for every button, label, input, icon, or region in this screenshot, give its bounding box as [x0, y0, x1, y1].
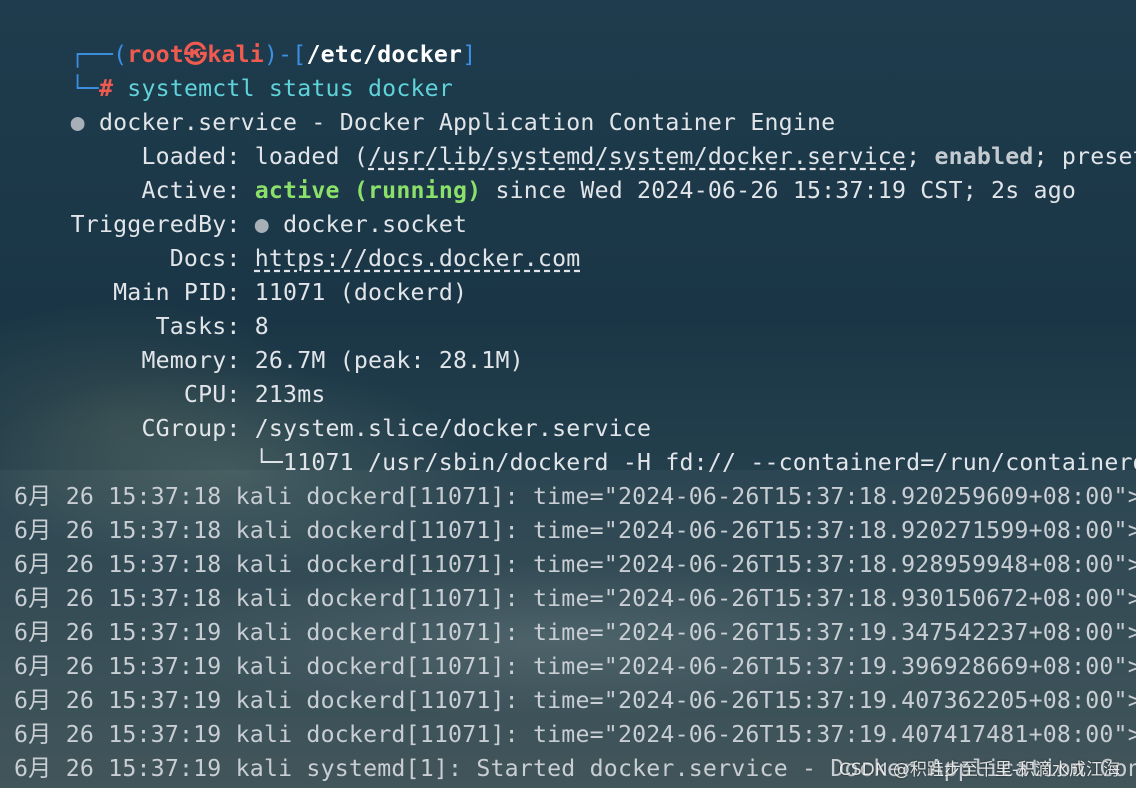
log-line: 6月 26 15:37:18 kali dockerd[11071]: time…: [14, 585, 1136, 612]
log-line: 6月 26 15:37:19 kali dockerd[11071]: time…: [14, 619, 1136, 646]
pid-line: Main PID: 11071 (dockerd): [14, 242, 467, 306]
csdn-watermark: CSDN @积跬步至千里-积滴水成江海: [838, 760, 1120, 780]
log-line: 6月 26 15:37:18 kali dockerd[11071]: time…: [14, 483, 1136, 510]
prompt-line: ┌──(root㉿kali)-[/etc/docker]: [14, 4, 477, 68]
cgroup-line: CGroup: /system.slice/docker.service: [14, 378, 651, 442]
tasks-line: Tasks: 8: [14, 276, 269, 340]
loaded-line: Loaded: loaded (/usr/lib/systemd/system/…: [14, 106, 1136, 170]
prompt-frame-close: ]: [462, 41, 477, 68]
unit-line: ● docker.service - Docker Application Co…: [14, 72, 835, 136]
cpu-line: CPU: 213ms: [14, 344, 326, 408]
docs-line: Docs: https://docs.docker.com: [14, 208, 580, 272]
pid-value: 11071 (dockerd): [254, 279, 468, 306]
active-line: Active: active (running) since Wed 2024-…: [14, 140, 1076, 204]
cgroup-child: └─11071 /usr/sbin/dockerd -H fd:// --con…: [70, 449, 1136, 476]
log-line: 6月 26 15:37:19 kali dockerd[11071]: time…: [14, 721, 1136, 748]
active-rest: since Wed 2024-06-26 15:37:19 CST; 2s ag…: [481, 177, 1077, 204]
command-line[interactable]: └─# systemctl status docker: [14, 38, 453, 102]
terminal-window[interactable]: ┌──(root㉿kali)-[/etc/docker] └─# systemc…: [0, 0, 1136, 788]
cgroup-child-line: └─11071 /usr/sbin/dockerd -H fd:// --con…: [14, 412, 1136, 476]
log-line: 6月 26 15:37:18 kali dockerd[11071]: time…: [14, 517, 1136, 544]
triggered-line: TriggeredBy: ● docker.socket: [14, 174, 467, 238]
log-line: 6月 26 15:37:19 kali dockerd[11071]: time…: [14, 687, 1136, 714]
log-line: 6月 26 15:37:19 kali dockerd[11071]: time…: [14, 653, 1136, 680]
log-line: 6月 26 15:37:18 kali dockerd[11071]: time…: [14, 551, 1136, 578]
memory-line: Memory: 26.7M (peak: 28.1M): [14, 310, 524, 374]
